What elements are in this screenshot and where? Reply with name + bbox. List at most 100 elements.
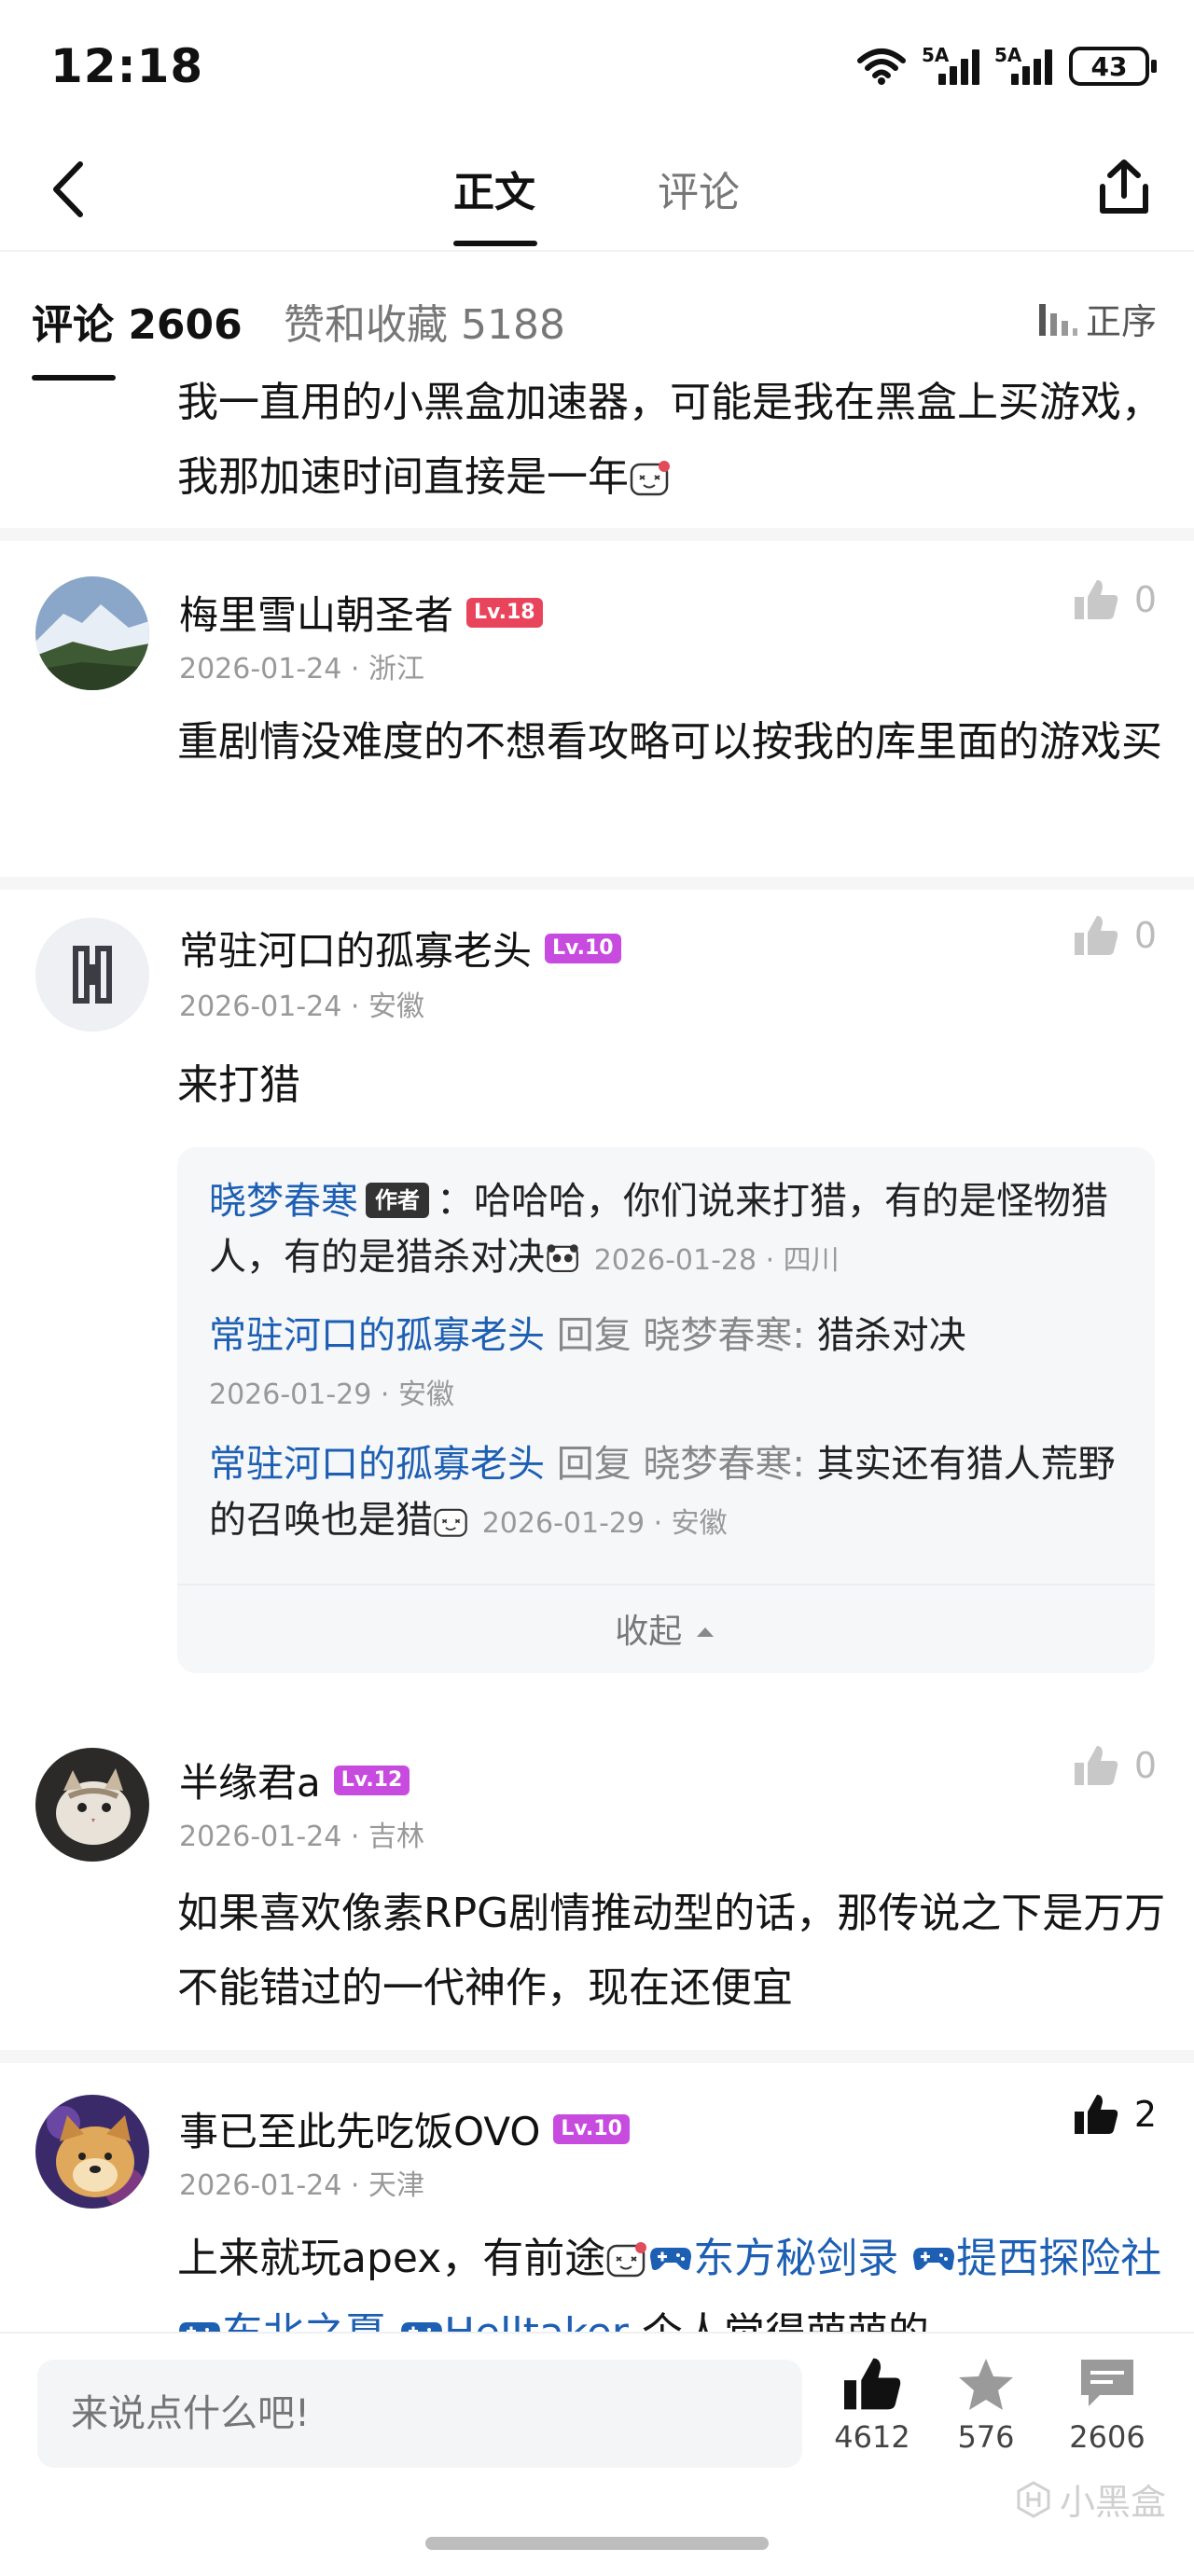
like-button[interactable]: 0 [1073,1744,1157,1787]
avatar[interactable] [35,918,149,1032]
tab-main-text[interactable]: 正文 [453,159,535,218]
xiaoheihe-logo-icon [1017,2480,1050,2518]
signal-label-2: 5A [994,44,1022,66]
collapse-label: 收起 [615,1613,683,1651]
replies-box: 晓梦春寒 作者 ：哈哈哈，你们说来打猎，有的是怪物猎人，有的是猎杀对决 2026-0… [177,1147,1155,1673]
watermark: 小黑盒 [1015,2473,1166,2525]
thumbs-up-icon [1074,580,1118,619]
thumbs-up-filled-icon [1074,2095,1118,2134]
game-link[interactable]: 东方秘剑录 [693,2235,898,2282]
author-tag: 作者 [366,1183,429,1218]
comment-meta: 2026-01-24 · 安徽 [179,990,424,1023]
reply-text: 猎杀对决 [816,1314,966,1357]
nav-bar: 正文 评论 [0,131,1194,252]
reply-date: 2026-01-29 · 安徽 [481,1507,728,1540]
reply-item[interactable]: 常驻河口的孤寡老头 回复 晓梦春寒: 猎杀对决 2026-01-29 · 安徽 [209,1308,1132,1423]
comment-input[interactable] [37,2360,802,2468]
game-link[interactable]: Helltaker [444,2309,629,2334]
gamepad-icon [913,2248,955,2270]
comment-text-body: 如果喜欢像素RPG剧情推动型的话，那传说之下是万万不能错过的一代神作，现在还便宜 [177,1890,1166,2012]
like-button[interactable]: 0 [1073,914,1157,957]
comment-text: 上来就玩apex，有前途 东方秘剑录 提西探险社 东北之夏 Helltaker 个… [177,2222,1166,2334]
avatar[interactable] [35,1748,149,1862]
reply-user[interactable]: 晓梦春寒 [209,1180,358,1223]
panda-emoji-icon [547,1244,578,1273]
author-name: 梅里雪山朝圣者 [179,592,454,638]
reply-target[interactable]: 晓梦春寒: [643,1314,804,1357]
home-indicator[interactable] [425,2537,769,2550]
comment-subheader: 评论 2606 赞和收藏 5188 正序 [0,254,1194,381]
cat-avatar-image [35,1748,149,1862]
level-badge: Lv.12 [333,1765,410,1795]
bottom-action-bar: 4612 576 2606 小黑盒 [0,2332,1194,2576]
reply-target[interactable]: 晓梦春寒: [643,1443,804,1486]
like-button[interactable]: 0 [1073,578,1157,621]
tab-likes-favorites[interactable]: 赞和收藏 5188 [284,291,565,351]
doge-avatar-image [35,2095,149,2209]
status-icons: 5A 5A 43 [856,44,1157,86]
share-icon[interactable] [1091,155,1157,220]
watermark-text: 小黑盒 [1059,2482,1166,2523]
favorite-count: 576 [957,2419,1015,2455]
smile-emoji-icon [606,2242,647,2278]
author-name: 事已至此先吃饭OVO [179,2109,541,2154]
reply-word: 回复 [556,1443,632,1486]
signal-label-1: 5A [922,44,950,66]
comment-author[interactable]: 梅里雪山朝圣者 Lv.18 [179,584,543,641]
level-badge: Lv.10 [545,933,621,963]
game-link[interactable]: 提西探险社 [956,2235,1161,2282]
tab-comment-count[interactable]: 评论 2606 [32,291,243,351]
avatar[interactable] [35,576,149,690]
author-name: 常驻河口的孤寡老头 [179,928,533,974]
comment-meta: 2026-01-24 · 浙江 [179,653,424,686]
xiaoheihe-logo-avatar [35,918,149,1032]
back-arrow-icon[interactable] [43,157,99,222]
reply-divider [177,1584,1155,1586]
battery-icon: 43 [1069,47,1157,86]
thumbs-up-filled-icon [844,2358,901,2410]
mountain-avatar-image [35,576,149,690]
reply-user[interactable]: 常驻河口的孤寡老头 [209,1443,545,1486]
comment-divider [0,877,1194,890]
comment-text-partial: 我一直用的小黑盒加速器，可能是我在黑盒上买游戏，我那加速时间直接是一年 [177,366,1166,515]
like-total-count: 4612 [834,2419,910,2455]
comment-divider [0,528,1194,541]
like-total-button[interactable]: 4612 [821,2356,923,2455]
comment-count-button[interactable]: 2606 [1056,2356,1159,2455]
comment-total-count: 2606 [1069,2419,1145,2455]
status-time: 12:18 [50,39,204,93]
comment-text: 如果喜欢像素RPG剧情推动型的话，那传说之下是万万不能错过的一代神作，现在还便宜 [177,1877,1166,2026]
smile-emoji-icon [434,1508,467,1537]
reply-user[interactable]: 常驻河口的孤寡老头 [209,1314,545,1357]
comment-author[interactable]: 事已至此先吃饭OVO Lv.10 [179,2100,630,2157]
tab-active-indicator [453,241,537,246]
reply-item[interactable]: 晓梦春寒 作者 ：哈哈哈，你们说来打猎，有的是怪物猎人，有的是猎杀对决 2026-0… [209,1173,1132,1289]
smile-emoji-icon [630,461,670,496]
comment-author[interactable]: 半缘君a Lv.12 [179,1752,410,1808]
comment-text-body: 上来就玩apex，有前途 [177,2235,606,2282]
gamepad-icon [650,2248,692,2270]
reply-date: 2026-01-29 · 安徽 [209,1378,454,1411]
comment-meta: 2026-01-24 · 天津 [179,2169,424,2202]
reply-date: 2026-01-28 · 四川 [593,1244,840,1277]
author-name: 半缘君a [179,1760,321,1806]
spacer [0,1707,1194,1716]
tab-comments[interactable]: 评论 [658,159,740,218]
game-link[interactable]: 东北之夏 [222,2309,386,2334]
like-button[interactable]: 2 [1073,2093,1157,2136]
signal-icon-2: 5A [994,44,1052,85]
comment-divider [0,2050,1194,2063]
reply-item[interactable]: 常驻河口的孤寡老头 回复 晓梦春寒: 其实还有猎人荒野的召唤也是猎 2026-0… [209,1436,1132,1552]
comment-author[interactable]: 常驻河口的孤寡老头 Lv.10 [179,920,621,976]
favorite-button[interactable]: 576 [935,2356,1037,2455]
caret-up-icon [696,1627,714,1637]
like-count: 0 [1133,1745,1157,1786]
level-badge: Lv.10 [553,2113,630,2144]
star-icon [959,2359,1013,2410]
collapse-button[interactable]: 收起 [177,1604,1155,1653]
avatar[interactable] [35,2095,149,2209]
sort-button[interactable]: 正序 [1035,293,1157,344]
comment-meta: 2026-01-24 · 吉林 [179,1821,424,1853]
reply-word: 回复 [556,1314,632,1357]
like-count: 0 [1133,579,1157,620]
